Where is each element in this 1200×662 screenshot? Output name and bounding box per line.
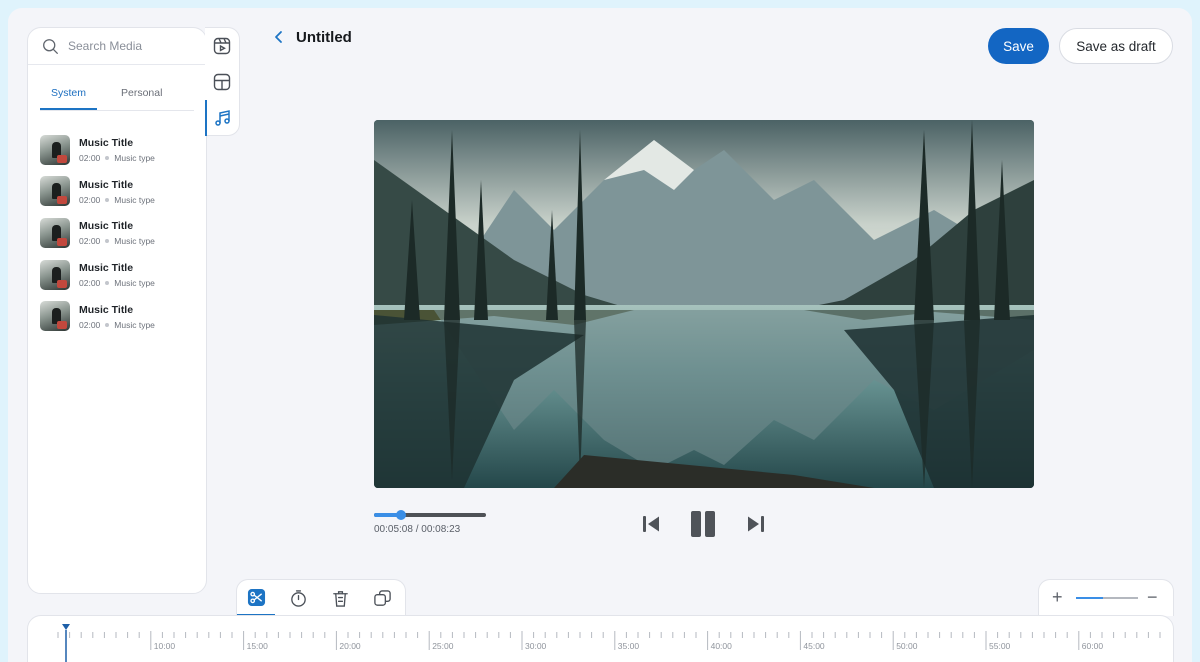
search-icon [43,38,58,54]
music-button[interactable] [205,100,239,136]
cut-tool-button[interactable] [237,580,275,616]
music-thumbnail [40,259,70,290]
duplicate-tool-button[interactable] [363,580,401,616]
video-preview[interactable] [374,120,1034,488]
pause-icon [691,511,715,537]
timeline-label: 30:00 [525,641,547,651]
music-duration: 02:00 [79,236,101,247]
music-type: Music type [114,194,155,205]
music-duration: 02:00 [79,319,101,330]
skip-back-icon [643,516,659,532]
zoom-slider[interactable] [1076,597,1138,599]
timer-tool-button[interactable] [279,580,317,616]
media-type-toolbar [205,27,240,136]
music-type: Music type [114,153,155,164]
music-thumbnail [40,176,70,207]
layout-button[interactable] [205,64,239,100]
music-thumbnail [40,217,70,248]
search-input[interactable] [68,39,188,53]
app-frame: System Personal Music Title 02:00 Music t… [8,8,1192,662]
save-button[interactable]: Save [988,28,1049,64]
timeline-label: 10:00 [154,641,176,651]
playhead-handle[interactable] [62,624,70,630]
timeline-label: 45:00 [803,641,825,651]
music-title: Music Title [79,262,134,275]
separator-dot [105,281,110,286]
list-item[interactable]: Music Title 02:00 Music type [28,171,206,213]
tab-personal[interactable]: Personal [121,77,162,110]
list-item[interactable]: Music Title 02:00 Music type [28,254,206,296]
music-title: Music Title [79,178,134,191]
timeline-label: 25:00 [432,641,454,651]
music-thumbnail [40,134,70,165]
music-duration: 02:00 [79,278,101,289]
zoom-in-button[interactable]: + [1052,588,1063,606]
music-duration: 02:00 [79,194,101,205]
music-note-icon [215,110,230,126]
zoom-slider-fill [1076,597,1103,599]
duplicate-icon [373,589,391,606]
video-reel-icon [213,37,231,55]
landscape-image [374,120,1034,488]
music-thumbnail [40,301,70,332]
back-button[interactable] [272,30,286,49]
scissors-icon [247,588,265,606]
music-title: Music Title [79,303,134,316]
tab-system[interactable]: System [40,77,97,110]
time-display: 00:05:08 / 00:08:23 [374,524,461,535]
search-bar [28,28,206,65]
trash-icon [332,590,348,607]
save-as-draft-button[interactable]: Save as draft [1059,28,1173,64]
timeline-label: 40:00 [711,641,733,651]
separator-dot [105,197,110,202]
video-reel-button[interactable] [205,28,239,64]
music-type: Music type [114,278,155,289]
separator-dot [105,322,110,327]
timeline[interactable]: 10:00 15:00 20:00 25:00 30:00 35:00 40:00 45:00… [27,615,1174,662]
music-title: Music Title [79,220,134,233]
separator-dot [105,239,110,244]
timeline-label: 15:00 [247,641,269,651]
timeline-ruler: 10:00 15:00 20:00 25:00 30:00 35:00 40:00 45:00… [57,624,1161,662]
pause-button[interactable] [689,510,717,538]
timer-icon [290,589,306,607]
timeline-label: 20:00 [339,641,361,651]
zoom-control: + − [1038,579,1174,616]
skip-forward-button[interactable] [745,513,767,535]
list-item[interactable]: Music Title 02:00 Music type [28,295,206,337]
music-duration: 02:00 [79,153,101,164]
skip-forward-icon [748,516,764,532]
music-title: Music Title [79,137,134,150]
music-type: Music type [114,236,155,247]
timeline-label: 60:00 [1082,641,1104,651]
timeline-label: 35:00 [618,641,640,651]
zoom-out-button[interactable]: − [1147,588,1158,606]
music-list: Music Title 02:00 Music type Music Title … [28,129,206,337]
media-tabs: System Personal [40,77,194,111]
media-sidebar: System Personal Music Title 02:00 Music t… [27,27,207,594]
music-type: Music type [114,319,155,330]
list-item[interactable]: Music Title 02:00 Music type [28,129,206,171]
delete-tool-button[interactable] [321,580,359,616]
playback-progress[interactable] [374,510,486,520]
list-item[interactable]: Music Title 02:00 Music type [28,212,206,254]
separator-dot [105,156,110,161]
timeline-label: 55:00 [989,641,1011,651]
layout-icon [213,73,231,91]
progress-knob[interactable] [395,510,406,520]
playback-controls [640,510,767,538]
skip-back-button[interactable] [640,513,662,535]
timeline-label: 50:00 [896,641,918,651]
chevron-left-icon [275,31,282,43]
page-title: Untitled [296,29,352,46]
edit-tools [236,579,406,616]
